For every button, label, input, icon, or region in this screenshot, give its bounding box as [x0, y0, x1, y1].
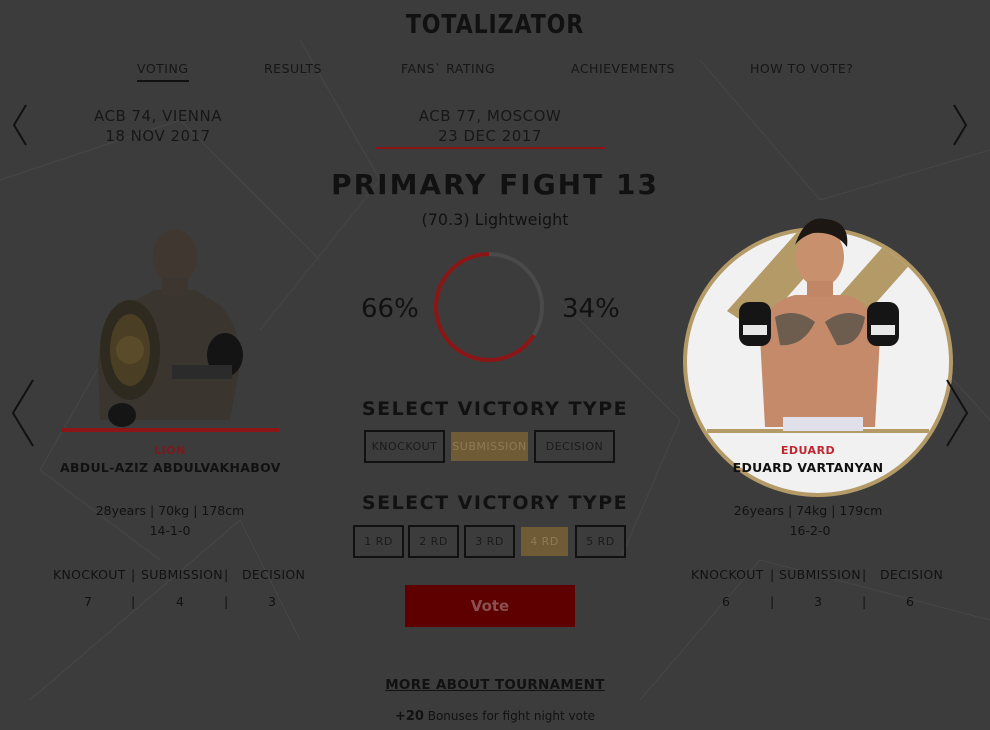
- right-stat-header-decision: DECISION: [880, 567, 944, 582]
- left-fighter-photo[interactable]: [80, 215, 270, 430]
- right-vote-percent: 34%: [562, 294, 620, 324]
- right-stat-header-submission: SUBMISSION: [779, 567, 861, 582]
- bonus-note: +20 Bonuses for fight night vote: [0, 709, 990, 724]
- left-fighter-stats: 28years | 70kg | 178cm: [95, 503, 245, 518]
- event-previous[interactable]: ACB 74, VIENNA 18 NOV 2017: [88, 106, 228, 146]
- prev-event-chevron-left-icon[interactable]: [10, 103, 30, 147]
- left-stat-divider: |: [224, 594, 229, 609]
- right-stat-header-knockout: KNOCKOUT: [691, 567, 764, 582]
- bonus-text: Bonuses for fight night vote: [423, 709, 596, 723]
- vote-button[interactable]: Vote: [405, 585, 575, 627]
- next-event-chevron-right-icon[interactable]: [950, 103, 970, 147]
- victory-option-submission[interactable]: SUBMISSION: [449, 430, 530, 463]
- event-current[interactable]: ACB 77, MOSCOW 23 DEC 2017: [410, 106, 570, 146]
- event-current-name: ACB 77, MOSCOW: [418, 107, 562, 125]
- nav-achievements[interactable]: ACHIEVEMENTS: [571, 61, 675, 76]
- event-previous-date: 18 NOV 2017: [105, 127, 211, 145]
- event-current-date: 23 DEC 2017: [438, 127, 542, 145]
- nav-voting[interactable]: VOTING: [137, 61, 189, 82]
- left-stat-submission: 4: [176, 594, 184, 609]
- right-stat-knockout: 6: [722, 594, 730, 609]
- main-nav: VOTING RESULTS FANS` RATING ACHIEVEMENTS…: [0, 61, 990, 85]
- round-option-1[interactable]: 1 RD: [353, 525, 404, 558]
- left-stat-header-decision: DECISION: [242, 567, 306, 582]
- bonus-amount: +20: [394, 709, 424, 724]
- right-stat-decision: 6: [906, 594, 914, 609]
- right-fighter-photo[interactable]: [725, 207, 915, 432]
- event-active-indicator: [375, 147, 605, 149]
- right-stat-divider: |: [862, 567, 867, 582]
- right-fighter-stats: 26years | 74kg | 179cm: [733, 503, 883, 518]
- left-stat-divider: |: [224, 567, 229, 582]
- round-option-5[interactable]: 5 RD: [575, 525, 626, 558]
- left-fighter-nickname: LION: [154, 444, 186, 457]
- round-option-3[interactable]: 3 RD: [464, 525, 515, 558]
- right-stat-divider: |: [770, 594, 775, 609]
- left-fighter-name: ABDUL-AZIZ ABDULVAKHABOV: [60, 460, 281, 475]
- right-fighter-record: 16-2-0: [789, 523, 831, 538]
- prev-fight-chevron-left-icon[interactable]: [10, 378, 36, 448]
- right-fighter-nickname: EDUARD: [780, 444, 836, 457]
- victory-option-knockout[interactable]: KNOCKOUT: [364, 430, 445, 463]
- left-fighter-record: 14-1-0: [149, 523, 191, 538]
- event-previous-name: ACB 74, VIENNA: [93, 107, 223, 125]
- nav-results[interactable]: RESULTS: [264, 61, 322, 76]
- round-option-2[interactable]: 2 RD: [408, 525, 459, 558]
- left-stat-header-knockout: KNOCKOUT: [53, 567, 126, 582]
- right-stat-divider: |: [862, 594, 867, 609]
- nav-fans-rating[interactable]: FANS` RATING: [401, 61, 495, 76]
- left-stat-header-submission: SUBMISSION: [141, 567, 223, 582]
- round-option-4[interactable]: 4 RD: [519, 525, 570, 558]
- app-title: TOTALIZATOR: [405, 10, 585, 40]
- next-fight-chevron-right-icon[interactable]: [944, 378, 970, 448]
- more-about-tournament-link[interactable]: MORE ABOUT TOURNAMENT: [0, 677, 990, 693]
- left-stat-divider: |: [131, 567, 136, 582]
- victory-option-decision[interactable]: DECISION: [534, 430, 615, 463]
- right-stat-divider: |: [770, 567, 775, 582]
- vote-share-ring: [434, 252, 544, 362]
- nav-how-to-vote[interactable]: HOW TO VOTE?: [750, 61, 853, 76]
- right-stat-submission: 3: [814, 594, 822, 609]
- left-vote-percent: 66%: [361, 294, 419, 324]
- right-fighter-name: EDUARD VARTANYAN: [732, 460, 884, 475]
- left-fighter-accent-bar: [61, 428, 279, 432]
- totalizator-page: TOTALIZATOR VOTING RESULTS FANS` RATING …: [0, 0, 990, 730]
- left-stat-knockout: 7: [84, 594, 92, 609]
- fight-title: PRIMARY FIGHT 13: [331, 168, 659, 201]
- left-stat-decision: 3: [268, 594, 276, 609]
- left-stat-divider: |: [131, 594, 136, 609]
